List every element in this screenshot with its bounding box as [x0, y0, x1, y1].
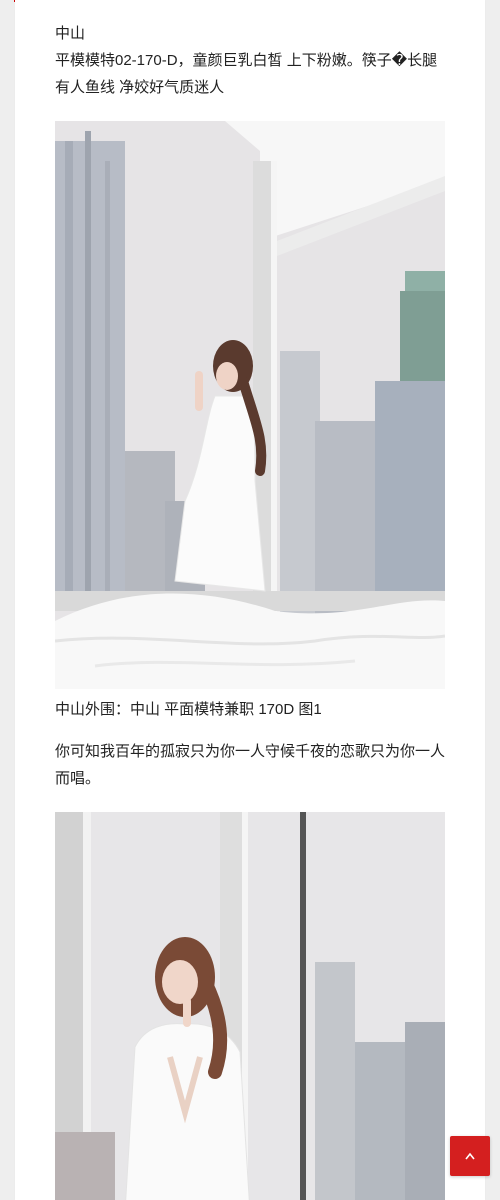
article-card: 中山 平模模特02-170-D，童颜巨乳白皙 上下粉嫩。筷子�长腿 有人鱼线 净… — [15, 0, 485, 1200]
article-location: 中山 — [55, 25, 86, 42]
photo-1-caption: 中山外围：中山 平面模特兼职 170D 图1 — [55, 701, 322, 718]
article-photo-1[interactable] — [55, 121, 445, 689]
chevron-up-icon — [465, 1152, 475, 1160]
article-poem: 你可知我百年的孤寂只为你一人守候千夜的恋歌只为你一人而唱。 — [55, 743, 446, 787]
scroll-to-top-button[interactable] — [450, 1136, 490, 1176]
page: 中山 平模模特02-170-D，童颜巨乳白皙 上下粉嫩。筷子�长腿 有人鱼线 净… — [0, 0, 500, 1200]
article-content: 中山 平模模特02-170-D，童颜巨乳白皙 上下粉嫩。筷子�长腿 有人鱼线 净… — [55, 20, 445, 1200]
article-photo-2[interactable] — [55, 812, 445, 1200]
photo-2-illustration — [55, 812, 445, 1200]
photo-1-illustration — [55, 121, 445, 689]
article-description: 平模模特02-170-D，童颜巨乳白皙 上下粉嫩。筷子�长腿 有人鱼线 净姣好气… — [55, 52, 438, 96]
